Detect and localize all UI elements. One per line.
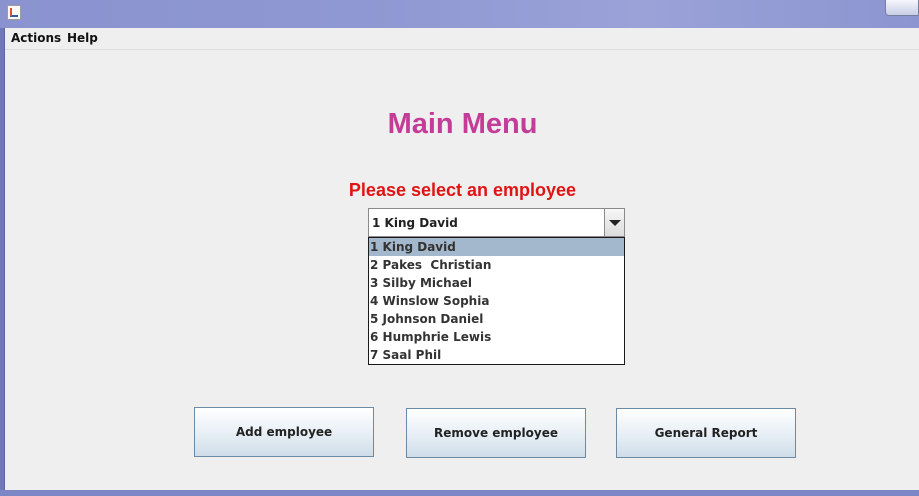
menu-bar: Actions Help [5, 28, 919, 50]
menu-actions[interactable]: Actions [11, 31, 61, 45]
main-window: Actions Help Main Menu Please select an … [4, 28, 919, 490]
list-item[interactable]: 1 King David [369, 238, 624, 256]
list-item[interactable]: 3 Silby Michael [369, 274, 624, 292]
window-bottom-border [0, 490, 919, 496]
list-item[interactable]: 7 Saal Phil [369, 346, 624, 364]
remove-employee-button[interactable]: Remove employee [406, 408, 586, 458]
java-cup-icon[interactable] [7, 5, 21, 20]
window-close-icon[interactable] [885, 0, 919, 16]
list-item[interactable]: 4 Winslow Sophia [369, 292, 624, 310]
list-item[interactable]: 6 Humphrie Lewis [369, 328, 624, 346]
employee-dropdown-list: 1 King David 2 Pakes Christian 3 Silby M… [368, 237, 625, 365]
combo-arrow-button[interactable] [604, 209, 624, 236]
page-title: Main Menu [387, 108, 538, 140]
menu-help[interactable]: Help [67, 31, 98, 45]
add-employee-button[interactable]: Add employee [194, 407, 374, 457]
general-report-button[interactable]: General Report [616, 408, 796, 458]
employee-combo-box[interactable]: 1 King David [368, 208, 625, 237]
window-title-bar[interactable] [0, 0, 919, 28]
list-item[interactable]: 5 Johnson Daniel [369, 310, 624, 328]
employee-select-label: Please select an employee [348, 180, 577, 200]
combo-selected-value: 1 King David [372, 216, 458, 230]
list-item[interactable]: 2 Pakes Christian [369, 256, 624, 274]
chevron-down-icon [609, 220, 621, 226]
